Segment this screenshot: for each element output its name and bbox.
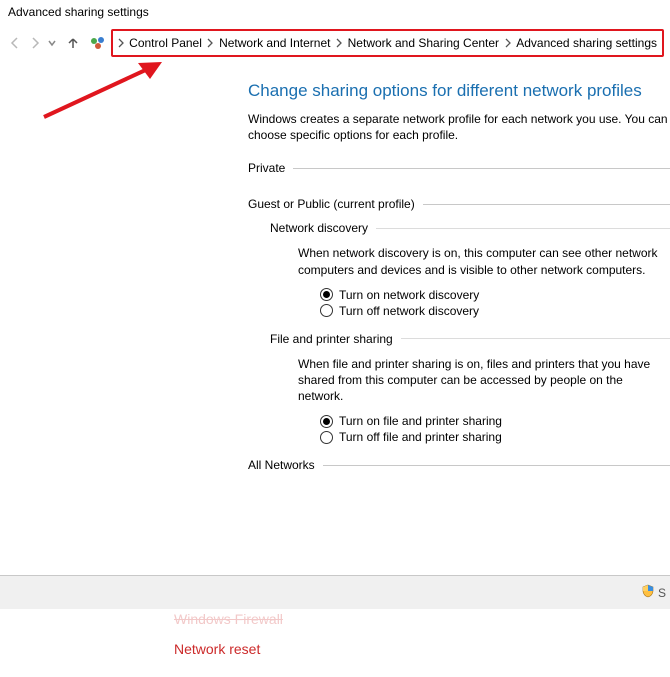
radio-discovery-on[interactable]: Turn on network discovery: [320, 288, 670, 302]
toolbar: Control Panel Network and Internet Netwo…: [0, 25, 670, 61]
chevron-right-icon[interactable]: [205, 38, 216, 48]
radio-label: Turn off network discovery: [339, 304, 479, 318]
subsection-file-printer-sharing: File and printer sharing: [270, 332, 670, 346]
link-windows-firewall[interactable]: Windows Firewall: [174, 611, 670, 627]
section-all-networks[interactable]: All Networks: [248, 458, 670, 472]
divider: [401, 338, 670, 339]
radio-label: Turn on network discovery: [339, 288, 479, 302]
file-printer-radio-group: Turn on file and printer sharing Turn of…: [320, 414, 670, 444]
divider: [376, 228, 670, 229]
content-area: Change sharing options for different net…: [0, 61, 670, 472]
radio-label: Turn off file and printer sharing: [339, 430, 502, 444]
divider: [293, 168, 670, 169]
link-network-reset[interactable]: Network reset: [174, 641, 670, 657]
radio-discovery-off[interactable]: Turn off network discovery: [320, 304, 670, 318]
chevron-right-icon[interactable]: [333, 38, 344, 48]
chevron-right-icon[interactable]: [502, 38, 513, 48]
divider: [423, 204, 670, 205]
save-changes-button[interactable]: S: [641, 584, 666, 601]
radio-fileprint-on[interactable]: Turn on file and printer sharing: [320, 414, 670, 428]
control-panel-icon: [88, 34, 108, 52]
section-label: All Networks: [248, 458, 315, 472]
radio-icon[interactable]: [320, 288, 333, 301]
breadcrumb-item[interactable]: Network and Internet: [216, 36, 333, 50]
section-guest[interactable]: Guest or Public (current profile): [248, 197, 670, 211]
section-label: Private: [248, 161, 285, 175]
breadcrumb-item[interactable]: Advanced sharing settings: [513, 36, 660, 50]
recent-locations-dropdown[interactable]: [46, 34, 58, 52]
radio-icon[interactable]: [320, 415, 333, 428]
subsection-label: Network discovery: [270, 221, 368, 235]
subsection-label: File and printer sharing: [270, 332, 393, 346]
back-button[interactable]: [6, 34, 24, 52]
radio-label: Turn on file and printer sharing: [339, 414, 502, 428]
radio-icon[interactable]: [320, 431, 333, 444]
section-private[interactable]: Private: [248, 161, 670, 175]
divider: [323, 465, 670, 466]
page-description: Windows creates a separate network profi…: [248, 111, 670, 143]
breadcrumb-item[interactable]: Control Panel: [126, 36, 205, 50]
subsection-description: When file and printer sharing is on, fil…: [298, 356, 670, 405]
radio-fileprint-off[interactable]: Turn off file and printer sharing: [320, 430, 670, 444]
lower-panel: Windows Firewall Network reset: [0, 609, 670, 677]
window-title: Advanced sharing settings: [0, 0, 670, 25]
save-label: S: [658, 586, 666, 600]
up-button[interactable]: [64, 34, 82, 52]
page-heading: Change sharing options for different net…: [248, 81, 670, 101]
subsection-network-discovery: Network discovery: [270, 221, 670, 235]
breadcrumb-item[interactable]: Network and Sharing Center: [345, 36, 502, 50]
bottom-bar: S: [0, 575, 670, 609]
network-discovery-radio-group: Turn on network discovery Turn off netwo…: [320, 288, 670, 318]
forward-button[interactable]: [26, 34, 44, 52]
subsection-description: When network discovery is on, this compu…: [298, 245, 670, 277]
chevron-right-icon[interactable]: [115, 38, 126, 48]
uac-shield-icon: [641, 584, 655, 601]
radio-icon[interactable]: [320, 304, 333, 317]
breadcrumb[interactable]: Control Panel Network and Internet Netwo…: [111, 29, 664, 57]
section-label: Guest or Public (current profile): [248, 197, 415, 211]
